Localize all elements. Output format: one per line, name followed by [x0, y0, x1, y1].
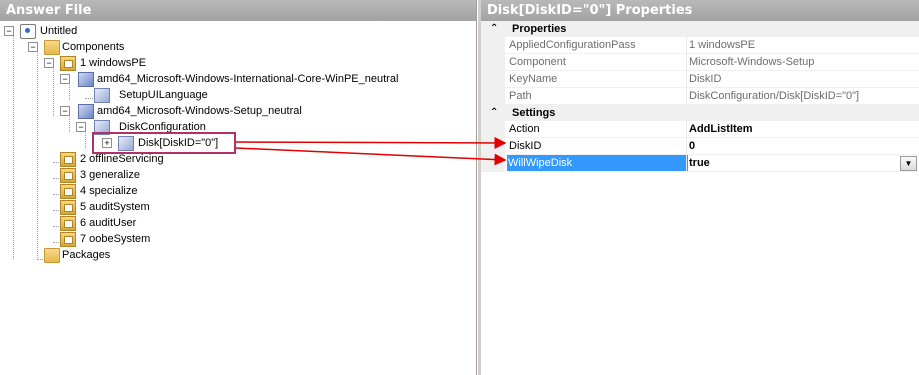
property-name: KeyName [509, 73, 558, 85]
config-pass-icon [60, 232, 76, 247]
setting-value[interactable]: true [689, 155, 710, 171]
setting-icon [94, 88, 110, 103]
tree-node-setupuilanguage[interactable]: SetupUILanguage [0, 87, 220, 103]
tree-label: Packages [62, 249, 111, 261]
setting-name: DiskID [509, 140, 542, 152]
tree-node-intl-component[interactable]: − amd64_Microsoft-Windows-International-… [0, 71, 420, 87]
answer-file-title: Answer File [0, 0, 476, 21]
config-pass-icon [60, 200, 76, 215]
dropdown-arrow-icon[interactable]: ▼ [900, 156, 917, 171]
property-name: Path [509, 90, 532, 102]
component-icon [78, 72, 94, 87]
property-value: DiskID [689, 73, 722, 85]
component-icon [78, 104, 94, 119]
property-row-keyname[interactable]: KeyName DiskID [481, 71, 919, 88]
tree-node-untitled[interactable]: − Untitled [0, 23, 200, 39]
config-pass-icon [60, 184, 76, 199]
collapse-toggle[interactable]: − [60, 74, 70, 84]
folder-icon [44, 40, 60, 55]
setting-name: Action [509, 123, 540, 135]
category-settings[interactable]: ⌃ Settings [481, 105, 919, 121]
tree-label: Components [62, 41, 125, 53]
collapse-chevron-icon[interactable]: ⌃ [490, 21, 498, 37]
property-row-path[interactable]: Path DiskConfiguration/Disk[DiskID="0"] [481, 88, 919, 105]
answer-file-icon [20, 24, 36, 39]
tree-node-components[interactable]: − Components [0, 39, 200, 55]
setting-row-diskid[interactable]: DiskID 0 [481, 138, 919, 155]
category-properties[interactable]: ⌃ Properties [481, 21, 919, 37]
tree-node-audituser[interactable]: 6 auditUser [0, 215, 200, 231]
collapse-toggle[interactable]: − [4, 26, 14, 36]
config-pass-icon [60, 152, 76, 167]
tree-label: amd64_Microsoft-Windows-Setup_neutral [97, 105, 302, 117]
property-row-appliedconfigurationpass[interactable]: AppliedConfigurationPass 1 windowsPE [481, 37, 919, 54]
answer-file-pane: Answer File − Untitled − Components − 1 … [0, 0, 477, 375]
collapse-toggle[interactable]: − [28, 42, 38, 52]
properties-pane: Disk[DiskID="0"] Properties ⌃ Properties… [481, 0, 919, 375]
property-row-component[interactable]: Component Microsoft-Windows-Setup [481, 54, 919, 71]
disk-node-highlight [92, 132, 236, 154]
setting-name: WillWipeDisk [507, 155, 688, 171]
property-name: AppliedConfigurationPass [509, 39, 636, 51]
config-pass-icon [60, 216, 76, 231]
property-name: Component [509, 56, 566, 68]
properties-title: Disk[DiskID="0"] Properties [481, 0, 919, 21]
setting-value[interactable]: AddListItem [689, 121, 753, 137]
property-value: DiskConfiguration/Disk[DiskID="0"] [689, 90, 860, 102]
collapse-toggle[interactable]: − [44, 58, 54, 68]
tree-label: SetupUILanguage [119, 89, 208, 101]
setting-row-willwipedisk[interactable]: WillWipeDisk true ▼ [481, 155, 919, 172]
tree-label: 3 generalize [80, 169, 140, 181]
answer-file-tree: − Untitled − Components − 1 windowsPE − … [0, 21, 476, 375]
tree-label: amd64_Microsoft-Windows-International-Co… [97, 73, 399, 85]
tree-node-generalize[interactable]: 3 generalize [0, 167, 200, 183]
property-value: 1 windowsPE [689, 39, 756, 51]
tree-label: 1 windowsPE [80, 57, 147, 69]
property-grid: ⌃ Properties AppliedConfigurationPass 1 w… [481, 21, 919, 172]
tree-node-oobesystem[interactable]: 7 oobeSystem [0, 231, 200, 247]
tree-node-packages[interactable]: Packages [0, 247, 200, 263]
tree-node-setup-component[interactable]: − amd64_Microsoft-Windows-Setup_neutral [0, 103, 320, 119]
property-value: Microsoft-Windows-Setup [689, 56, 815, 68]
tree-label: 6 auditUser [80, 217, 137, 229]
setting-row-action[interactable]: Action AddListItem [481, 121, 919, 138]
category-label: Properties [512, 23, 567, 35]
config-pass-icon [60, 56, 76, 71]
tree-node-windowspe[interactable]: − 1 windowsPE [0, 55, 200, 71]
folder-icon [44, 248, 60, 263]
tree-label: Untitled [40, 25, 78, 37]
tree-node-auditsystem[interactable]: 5 auditSystem [0, 199, 200, 215]
category-label: Settings [512, 107, 556, 119]
tree-label: 5 auditSystem [80, 201, 150, 213]
collapse-toggle[interactable]: − [60, 106, 70, 116]
tree-label: 4 specialize [80, 185, 138, 197]
collapse-chevron-icon[interactable]: ⌃ [490, 105, 498, 121]
tree-label: 7 oobeSystem [80, 233, 151, 245]
collapse-toggle[interactable]: − [76, 122, 86, 132]
config-pass-icon [60, 168, 76, 183]
setting-value[interactable]: 0 [689, 138, 695, 154]
tree-node-specialize[interactable]: 4 specialize [0, 183, 200, 199]
